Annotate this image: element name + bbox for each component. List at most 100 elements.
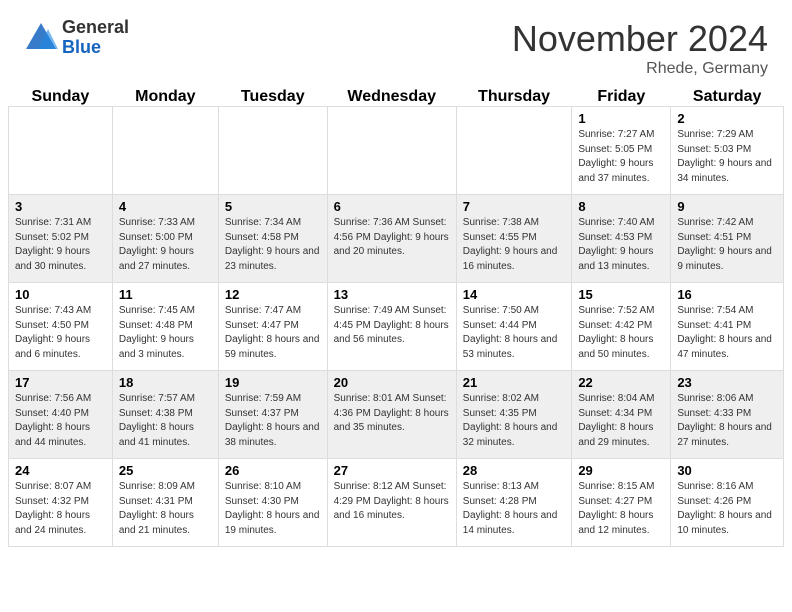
day-number: 7 [463, 199, 566, 214]
table-row: 14 Sunrise: 7:50 AM Sunset: 4:44 PM Dayli… [456, 283, 572, 371]
table-row: 1 Sunrise: 7:27 AM Sunset: 5:05 PM Daylig… [572, 107, 671, 195]
day-info: Sunrise: 7:34 AM Sunset: 4:58 PM Dayligh… [225, 216, 321, 274]
day-number: 9 [677, 199, 777, 214]
table-row: 8 Sunrise: 7:40 AM Sunset: 4:53 PM Daylig… [572, 195, 671, 283]
col-sunday: Sunday [9, 88, 113, 107]
table-row: 20 Sunrise: 8:01 AM Sunset: 4:36 PM Dayli… [327, 371, 456, 459]
day-info: Sunrise: 8:09 AM Sunset: 4:31 PM Dayligh… [119, 480, 212, 538]
day-number: 11 [119, 287, 212, 302]
table-row: 18Sunrise: 7:57 AM Sunset: 4:38 PM Dayli… [112, 371, 218, 459]
day-number: 19 [225, 375, 321, 390]
table-row: 13Sunrise: 7:49 AM Sunset: 4:45 PM Dayli… [327, 283, 456, 371]
day-info: Sunrise: 7:47 AM Sunset: 4:47 PM Dayligh… [225, 304, 321, 362]
location: Rhede, Germany [512, 60, 768, 78]
day-number: 17 [15, 375, 106, 390]
calendar-week-row: 10Sunrise: 7:43 AM Sunset: 4:50 PM Dayli… [9, 283, 784, 371]
logo-text: General Blue [62, 18, 129, 58]
table-row: 11 Sunrise: 7:45 AM Sunset: 4:48 PM Dayli… [112, 283, 218, 371]
col-friday: Friday [572, 88, 671, 107]
day-info: Sunrise: 8:06 AM Sunset: 4:33 PM Dayligh… [677, 392, 777, 450]
day-number: 23 [677, 375, 777, 390]
page-header: General Blue November 2024 Rhede, German… [0, 0, 792, 88]
table-row: 17 Sunrise: 7:56 AM Sunset: 4:40 PM Dayli… [9, 371, 113, 459]
day-info: Sunrise: 8:07 AM Sunset: 4:32 PM Dayligh… [15, 480, 106, 538]
day-info: Sunrise: 8:01 AM Sunset: 4:36 PM Dayligh… [334, 392, 450, 436]
day-info: Sunrise: 8:02 AM Sunset: 4:35 PM Dayligh… [463, 392, 566, 450]
logo-general: General [62, 18, 129, 38]
day-info: Sunrise: 7:59 AM Sunset: 4:37 PM Dayligh… [225, 392, 321, 450]
col-saturday: Saturday [671, 88, 784, 107]
table-row: 28Sunrise: 8:13 AM Sunset: 4:28 PM Dayli… [456, 459, 572, 547]
day-info: Sunrise: 7:31 AM Sunset: 5:02 PM Dayligh… [15, 216, 106, 274]
col-tuesday: Tuesday [218, 88, 327, 107]
day-info: Sunrise: 7:45 AM Sunset: 4:48 PM Dayligh… [119, 304, 212, 362]
day-number: 28 [463, 463, 566, 478]
calendar-week-row: 1 Sunrise: 7:27 AM Sunset: 5:05 PM Daylig… [9, 107, 784, 195]
calendar-header-row: Sunday Monday Tuesday Wednesday Thursday… [9, 88, 784, 107]
table-row: 5 Sunrise: 7:34 AM Sunset: 4:58 PM Daylig… [218, 195, 327, 283]
day-info: Sunrise: 7:43 AM Sunset: 4:50 PM Dayligh… [15, 304, 106, 362]
day-number: 6 [334, 199, 450, 214]
day-info: Sunrise: 7:52 AM Sunset: 4:42 PM Dayligh… [578, 304, 664, 362]
logo: General Blue [24, 18, 129, 58]
month-title: November 2024 [512, 18, 768, 60]
table-row: 24 Sunrise: 8:07 AM Sunset: 4:32 PM Dayli… [9, 459, 113, 547]
day-number: 30 [677, 463, 777, 478]
day-info: Sunrise: 7:42 AM Sunset: 4:51 PM Dayligh… [677, 216, 777, 274]
table-row: 3Sunrise: 7:31 AM Sunset: 5:02 PM Daylig… [9, 195, 113, 283]
day-number: 29 [578, 463, 664, 478]
day-number: 2 [677, 111, 777, 126]
day-info: Sunrise: 8:12 AM Sunset: 4:29 PM Dayligh… [334, 480, 450, 524]
day-info: Sunrise: 8:04 AM Sunset: 4:34 PM Dayligh… [578, 392, 664, 450]
day-number: 12 [225, 287, 321, 302]
col-monday: Monday [112, 88, 218, 107]
day-info: Sunrise: 7:40 AM Sunset: 4:53 PM Dayligh… [578, 216, 664, 274]
table-row: 29Sunrise: 8:15 AM Sunset: 4:27 PM Dayli… [572, 459, 671, 547]
day-info: Sunrise: 7:57 AM Sunset: 4:38 PM Dayligh… [119, 392, 212, 450]
calendar-week-row: 24 Sunrise: 8:07 AM Sunset: 4:32 PM Dayli… [9, 459, 784, 547]
table-row [327, 107, 456, 195]
table-row: 4 Sunrise: 7:33 AM Sunset: 5:00 PM Daylig… [112, 195, 218, 283]
day-number: 4 [119, 199, 212, 214]
calendar-week-row: 17 Sunrise: 7:56 AM Sunset: 4:40 PM Dayli… [9, 371, 784, 459]
day-number: 25 [119, 463, 212, 478]
day-info: Sunrise: 8:10 AM Sunset: 4:30 PM Dayligh… [225, 480, 321, 538]
logo-blue: Blue [62, 38, 129, 58]
title-block: November 2024 Rhede, Germany [512, 18, 768, 78]
day-info: Sunrise: 7:33 AM Sunset: 5:00 PM Dayligh… [119, 216, 212, 274]
day-number: 20 [334, 375, 450, 390]
day-number: 27 [334, 463, 450, 478]
day-info: Sunrise: 7:27 AM Sunset: 5:05 PM Dayligh… [578, 128, 664, 186]
table-row: 2 Sunrise: 7:29 AM Sunset: 5:03 PM Daylig… [671, 107, 784, 195]
day-number: 22 [578, 375, 664, 390]
day-number: 15 [578, 287, 664, 302]
day-info: Sunrise: 7:36 AM Sunset: 4:56 PM Dayligh… [334, 216, 450, 260]
table-row: 19 Sunrise: 7:59 AM Sunset: 4:37 PM Dayli… [218, 371, 327, 459]
day-number: 5 [225, 199, 321, 214]
day-info: Sunrise: 7:49 AM Sunset: 4:45 PM Dayligh… [334, 304, 450, 348]
table-row: 15 Sunrise: 7:52 AM Sunset: 4:42 PM Dayli… [572, 283, 671, 371]
table-row: 10Sunrise: 7:43 AM Sunset: 4:50 PM Dayli… [9, 283, 113, 371]
table-row [112, 107, 218, 195]
table-row: 30 Sunrise: 8:16 AM Sunset: 4:26 PM Dayli… [671, 459, 784, 547]
day-info: Sunrise: 7:56 AM Sunset: 4:40 PM Dayligh… [15, 392, 106, 450]
day-number: 21 [463, 375, 566, 390]
day-number: 24 [15, 463, 106, 478]
day-info: Sunrise: 8:16 AM Sunset: 4:26 PM Dayligh… [677, 480, 777, 538]
day-info: Sunrise: 7:50 AM Sunset: 4:44 PM Dayligh… [463, 304, 566, 362]
table-row: 26Sunrise: 8:10 AM Sunset: 4:30 PM Dayli… [218, 459, 327, 547]
day-info: Sunrise: 7:38 AM Sunset: 4:55 PM Dayligh… [463, 216, 566, 274]
day-number: 16 [677, 287, 777, 302]
table-row: 25 Sunrise: 8:09 AM Sunset: 4:31 PM Dayli… [112, 459, 218, 547]
day-number: 8 [578, 199, 664, 214]
day-number: 14 [463, 287, 566, 302]
day-info: Sunrise: 7:54 AM Sunset: 4:41 PM Dayligh… [677, 304, 777, 362]
table-row: 16 Sunrise: 7:54 AM Sunset: 4:41 PM Dayli… [671, 283, 784, 371]
day-number: 1 [578, 111, 664, 126]
day-info: Sunrise: 7:29 AM Sunset: 5:03 PM Dayligh… [677, 128, 777, 186]
col-thursday: Thursday [456, 88, 572, 107]
table-row: 21 Sunrise: 8:02 AM Sunset: 4:35 PM Dayli… [456, 371, 572, 459]
table-row: 23 Sunrise: 8:06 AM Sunset: 4:33 PM Dayli… [671, 371, 784, 459]
table-row: 22 Sunrise: 8:04 AM Sunset: 4:34 PM Dayli… [572, 371, 671, 459]
table-row [218, 107, 327, 195]
